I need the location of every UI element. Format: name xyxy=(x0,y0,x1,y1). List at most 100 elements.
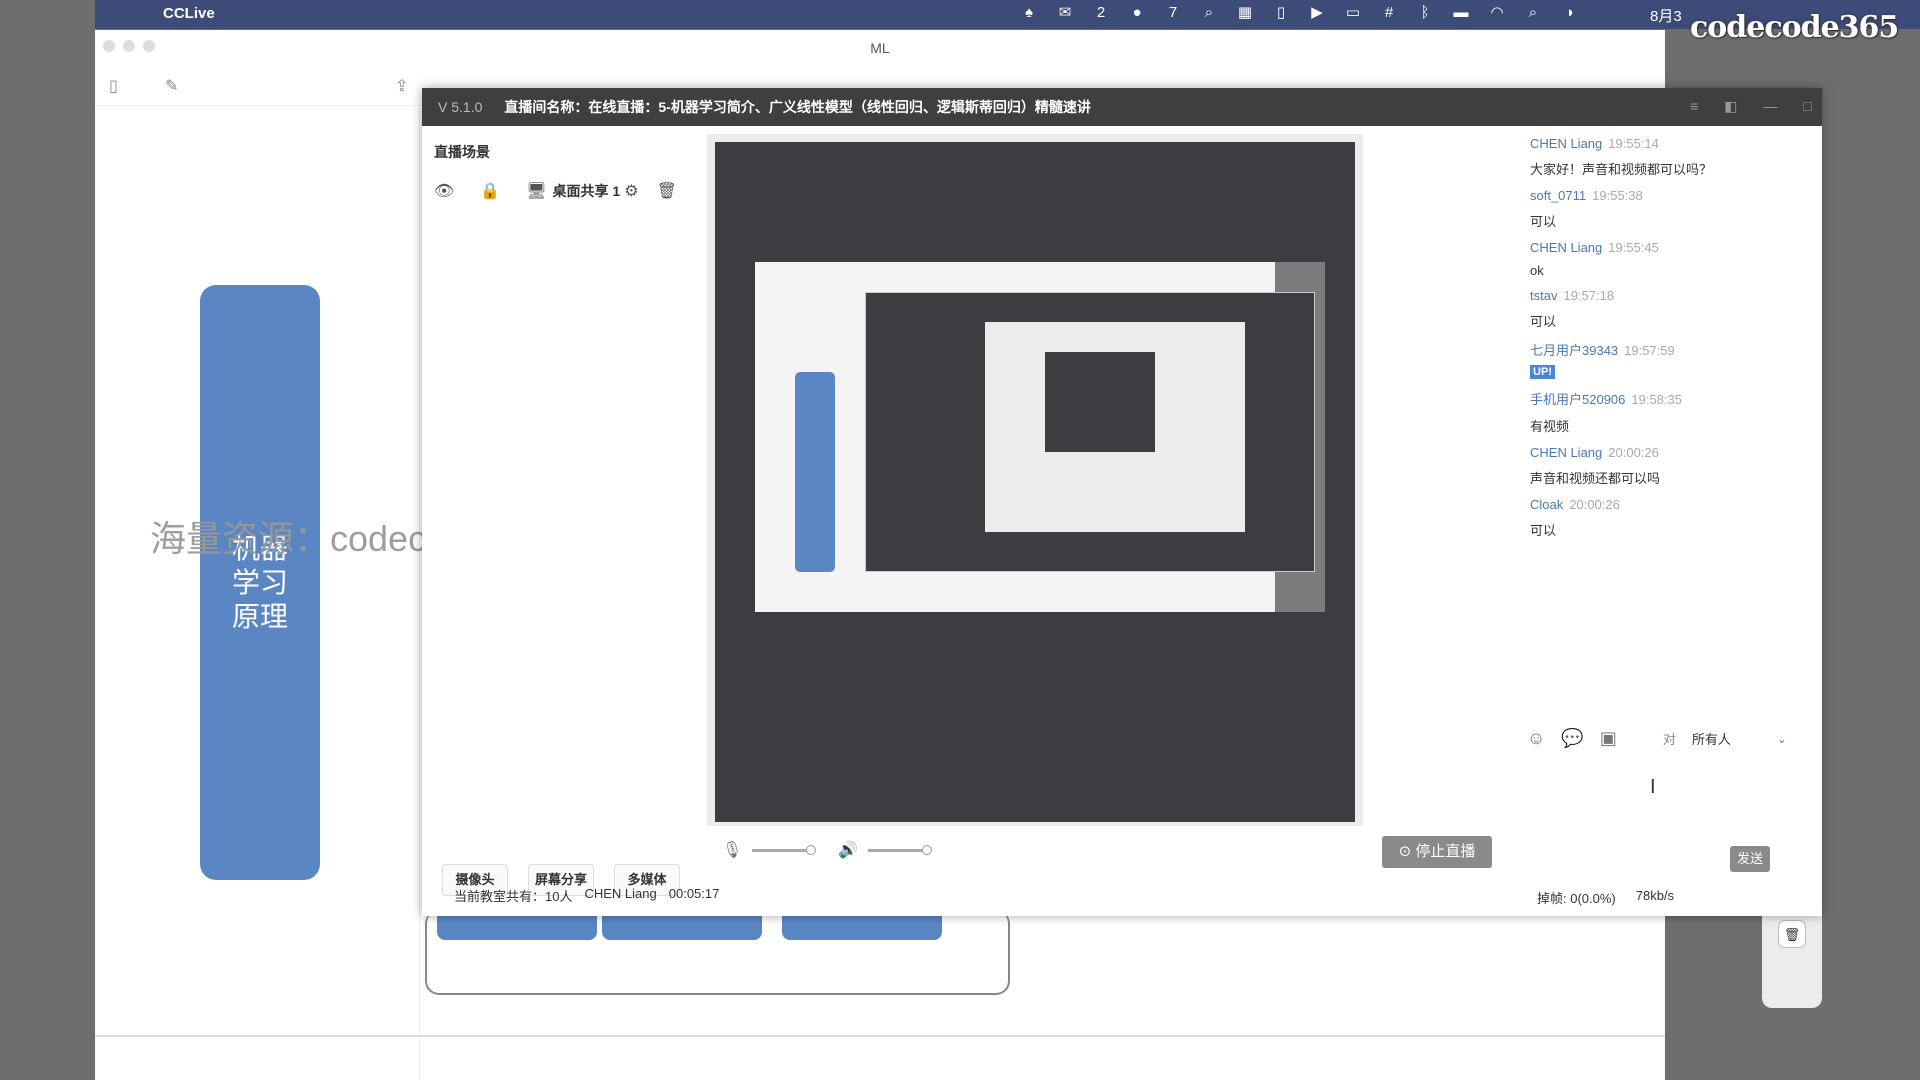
search-icon[interactable]: ⌕ xyxy=(1524,4,1542,21)
slider-handle[interactable] xyxy=(806,844,817,855)
people-count: 10人 xyxy=(545,889,573,904)
chat-message: soft_0711 19:55:38 可以 xyxy=(1530,188,1762,230)
chat-tools: ☺ 💬 ▣ 对 所有人 ⌄ xyxy=(1527,728,1787,749)
nested-preview-core xyxy=(1045,352,1155,452)
status-user: CHEN Liang xyxy=(584,886,657,901)
image-icon[interactable]: ▣ xyxy=(1600,728,1617,749)
notification-icon[interactable]: ● xyxy=(1128,4,1146,21)
menu-tray: ♠ ✉ 2 ● 7 ⌕ ▦ ▯ ▶ ▭ # ᛒ ▬ ◠ ⌕ ◑ xyxy=(1020,3,1578,22)
chat-text: 大家好！声音和视频都可以吗？ xyxy=(1530,162,1713,177)
bluetooth-icon[interactable]: ᛒ xyxy=(1416,4,1434,21)
chat-user: 七月用户39343 xyxy=(1530,343,1619,358)
speaker-icon[interactable]: 🔊 xyxy=(838,840,858,860)
clipboard-icon[interactable]: ▯ xyxy=(1272,3,1290,21)
chat-sticker: UP! xyxy=(1530,365,1555,379)
preview-screen xyxy=(715,142,1355,822)
chat-text: 可以 xyxy=(1530,214,1557,229)
maximize-icon[interactable]: □ xyxy=(1804,98,1812,115)
elapsed-time: 00:05:17 xyxy=(668,886,720,901)
scene-item[interactable]: 👁 🔒 🖥 桌面共享 1 ⚙ 🗑 xyxy=(434,176,702,206)
bitrate: 78kb/s xyxy=(1635,888,1675,903)
chat-message: CHEN Liang 19:55:45 ok xyxy=(1530,240,1762,278)
live-preview xyxy=(707,134,1363,826)
window-buttons: ≡ ◧ — □ xyxy=(1690,98,1812,115)
background-titlebar: ML xyxy=(95,30,1665,66)
share-icon[interactable]: ⇪ xyxy=(395,76,408,96)
app-icon[interactable]: ♠ xyxy=(1020,4,1038,21)
speaker-volume-slider[interactable] xyxy=(868,844,933,855)
chat-message: Cloak 20:00:26 可以 xyxy=(1530,497,1762,539)
chat-message: tstav 19:57:18 可以 xyxy=(1530,288,1762,330)
send-button[interactable]: 发送 xyxy=(1730,846,1770,872)
chat-time: 19:55:14 xyxy=(1608,136,1659,151)
sidebar-icon[interactable]: ▯ xyxy=(109,76,118,96)
status-prefix: 当前教室共有： xyxy=(454,889,546,904)
microphone-icon[interactable]: 🎙 xyxy=(722,840,742,860)
wechat-icon[interactable]: ✉ xyxy=(1056,3,1074,21)
background-title: ML xyxy=(870,40,890,56)
scene-label: 直播场景 xyxy=(434,144,490,160)
drop-frames: 掉帧: 0(0.0%) xyxy=(1537,891,1616,906)
chat-text: 声音和视频还都可以吗 xyxy=(1530,471,1661,486)
app-name[interactable]: CCLive xyxy=(163,5,215,22)
edit-icon[interactable]: ✎ xyxy=(165,76,178,96)
minimize-dot[interactable] xyxy=(123,40,135,52)
notification-count: 7 xyxy=(1168,3,1178,21)
chat-time: 19:57:18 xyxy=(1563,288,1615,303)
bottom-box xyxy=(425,910,1010,995)
nested-card xyxy=(795,372,835,572)
window-icon[interactable]: ▭ xyxy=(1344,3,1362,21)
wifi-icon[interactable]: ◠ xyxy=(1488,3,1506,21)
chat-message: 手机用户520906 19:58:35 有视频 xyxy=(1530,389,1762,435)
chat-panel: CHEN Liang 19:55:14 大家好！声音和视频都可以吗？ soft_07… xyxy=(1522,126,1762,646)
stop-live-label: 停止直播 xyxy=(1415,843,1476,860)
speech-bubble-icon[interactable]: 💬 xyxy=(1561,728,1583,749)
window-controls xyxy=(103,40,155,52)
chat-target-select[interactable]: 所有人 xyxy=(1692,729,1731,748)
chevron-down-icon[interactable]: ⌄ xyxy=(1777,732,1787,746)
scene-panel: 直播场景 👁 🔒 🖥 桌面共享 1 ⚙ 🗑 摄像头 屏幕分享 多媒体 xyxy=(422,126,707,916)
trash-icon[interactable]: 🗑 xyxy=(1778,920,1806,948)
slide-card: 机器 学习 原理 xyxy=(200,285,320,880)
screen-share-icon: 🖥 xyxy=(526,183,547,200)
battery-icon[interactable]: ▬ xyxy=(1452,4,1470,21)
menu-icon[interactable]: ≡ xyxy=(1690,98,1698,115)
grid-icon[interactable]: # xyxy=(1380,4,1398,21)
close-dot[interactable] xyxy=(103,40,115,52)
status-bar: 当前教室共有：10人 CHEN Liang 00:05:17 xyxy=(454,886,719,905)
zoom-dot[interactable] xyxy=(143,40,155,52)
chat-text: 可以 xyxy=(1530,523,1557,538)
layout-icon[interactable]: ◧ xyxy=(1724,98,1737,115)
eye-icon[interactable]: 👁 xyxy=(434,181,454,201)
mic-volume-slider[interactable] xyxy=(752,844,817,855)
emoji-icon[interactable]: ☺ xyxy=(1527,728,1545,749)
trash-icon[interactable]: 🗑 xyxy=(657,181,677,201)
control-center-icon[interactable]: ◑ xyxy=(1560,4,1578,21)
keyboard-icon[interactable]: ▦ xyxy=(1236,3,1254,21)
chat-user: soft_0711 xyxy=(1530,188,1587,203)
cclive-window: V 5.1.0 直播间名称：在线直播：5-机器学习简介、广义线性模型（线性回归、… xyxy=(422,88,1822,916)
chat-text: 有视频 xyxy=(1530,419,1570,434)
gear-icon[interactable]: ⚙ xyxy=(624,181,638,201)
corner-watermark: codecode365 xyxy=(1690,10,1899,45)
minimize-icon[interactable]: — xyxy=(1764,98,1778,115)
chat-text: 可以 xyxy=(1530,314,1557,329)
menu-date[interactable]: 8月3 xyxy=(1650,5,1682,26)
chat-time: 20:00:26 xyxy=(1569,497,1620,512)
magnifier-icon[interactable]: ⌕ xyxy=(1200,4,1218,21)
chat-time: 19:58:35 xyxy=(1631,392,1682,407)
chat-time: 19:57:59 xyxy=(1624,343,1675,358)
menu-bar: CCLive ♠ ✉ 2 ● 7 ⌕ ▦ ▯ ▶ ▭ # ᛒ ▬ ◠ ⌕ ◑ 8… xyxy=(95,0,1920,29)
play-icon[interactable]: ▶ xyxy=(1308,3,1326,21)
chat-user: tstav xyxy=(1530,288,1558,303)
chat-time: 19:55:38 xyxy=(1592,188,1643,203)
wechat-count: 2 xyxy=(1096,3,1106,21)
chat-user: CHEN Liang xyxy=(1530,136,1603,151)
slider-handle[interactable] xyxy=(922,844,933,855)
stop-live-button[interactable]: ⊙ 停止直播 xyxy=(1382,836,1492,868)
chat-message: CHEN Liang 19:55:14 大家好！声音和视频都可以吗？ xyxy=(1530,136,1762,178)
lock-icon[interactable]: 🔒 xyxy=(480,181,500,201)
text-cursor-icon: I xyxy=(1650,776,1656,798)
stream-stats: 掉帧: 0(0.0%) 78kb/s xyxy=(1537,888,1674,907)
scene-item-name: 桌面共享 1 xyxy=(552,183,621,199)
